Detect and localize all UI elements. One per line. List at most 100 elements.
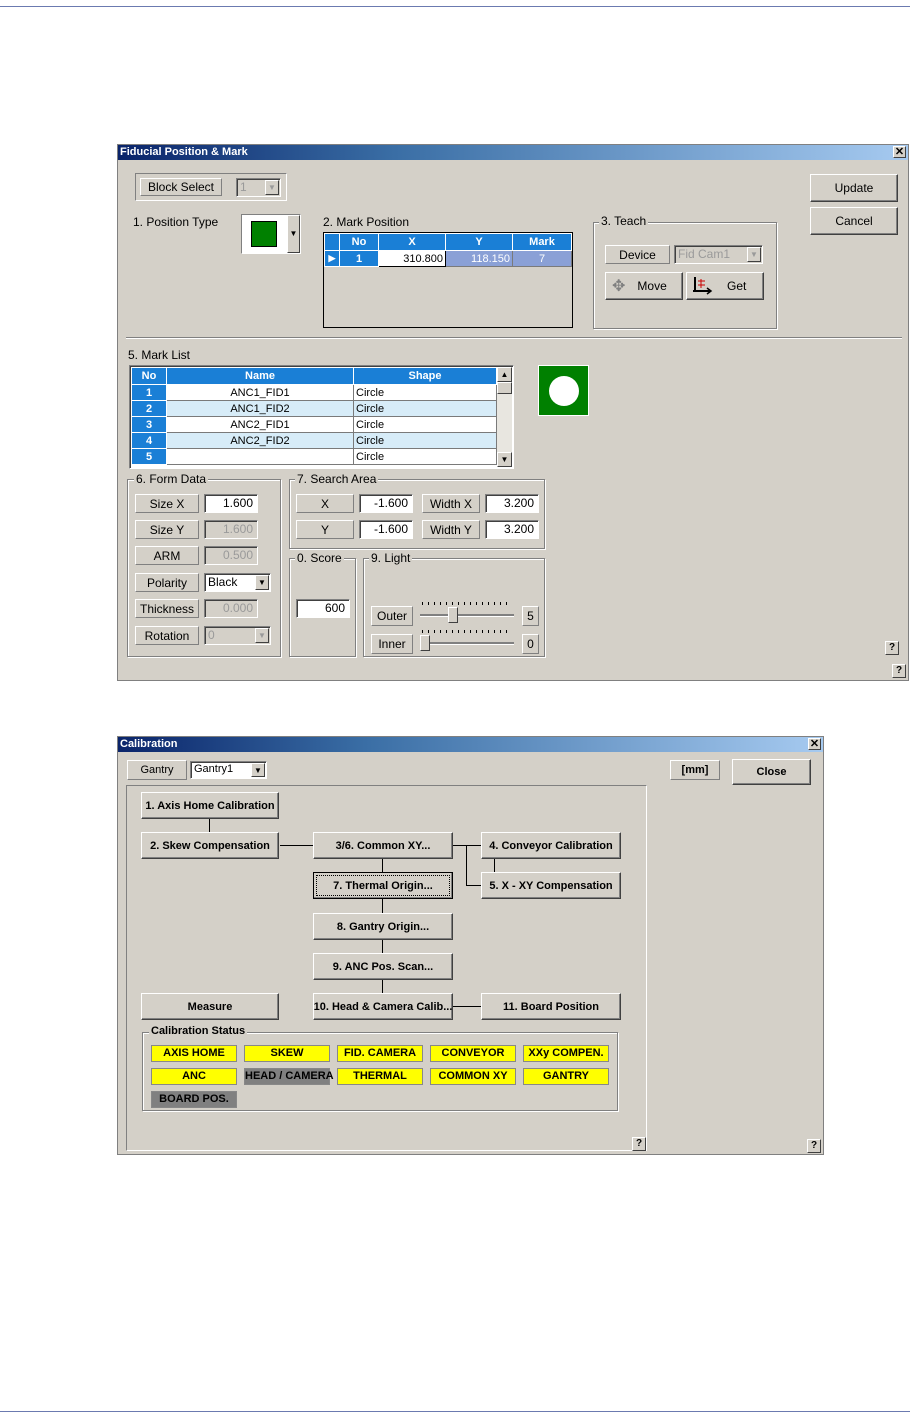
cell-shape[interactable]: Circle — [353, 400, 497, 417]
chevron-down-icon: ▼ — [255, 628, 269, 643]
help-icon[interactable]: ? — [807, 1139, 821, 1153]
table-row[interactable]: 2 ANC1_FID2 Circle — [131, 400, 497, 417]
width-y-field[interactable]: 3.200 — [485, 520, 539, 539]
col-header-shape: Shape — [353, 367, 497, 385]
head-camera-calib-button[interactable]: 10. Head & Camera Calib... — [313, 993, 453, 1020]
circle-shape-icon — [549, 376, 579, 406]
cell-name[interactable]: ANC1_FID2 — [166, 400, 354, 417]
connector-line — [453, 1006, 481, 1007]
scroll-up-icon[interactable]: ▲ — [497, 367, 512, 382]
cell-shape[interactable]: Circle — [353, 416, 497, 433]
anc-pos-scan-button[interactable]: 9. ANC Pos. Scan... — [313, 953, 453, 980]
get-button-label: Get — [727, 279, 747, 293]
cancel-button[interactable]: Cancel — [810, 207, 898, 235]
chevron-down-icon[interactable]: ▼ — [251, 763, 265, 777]
chevron-down-icon[interactable]: ▼ — [255, 575, 269, 590]
mark-position-table-frame: No X Y Mark ▶ 1 310.800 118.150 7 — [323, 232, 573, 328]
close-icon[interactable]: ✕ — [808, 738, 821, 750]
inner-value: 0 — [522, 634, 539, 654]
common-xy-button[interactable]: 3/6. Common XY... — [313, 832, 453, 859]
inner-slider[interactable] — [418, 629, 516, 655]
inner-slider-thumb[interactable] — [420, 635, 430, 651]
mark-list-scrollbar[interactable]: ▲ ▼ — [497, 367, 512, 467]
board-position-button[interactable]: 11. Board Position — [481, 993, 621, 1020]
table-row[interactable]: 4 ANC2_FID2 Circle — [131, 432, 497, 449]
calibration-status-label: Calibration Status — [149, 1025, 248, 1037]
cell-y[interactable]: 118.150 — [445, 250, 513, 267]
scroll-thumb[interactable] — [497, 382, 512, 394]
green-square-icon — [251, 221, 277, 247]
cell-x[interactable]: 310.800 — [378, 250, 446, 267]
thermal-origin-button[interactable]: 7. Thermal Origin... — [313, 872, 453, 899]
gantry-origin-button[interactable]: 8. Gantry Origin... — [313, 913, 453, 940]
scroll-down-icon[interactable]: ▼ — [497, 452, 512, 467]
move-button[interactable]: ✥ Move — [605, 272, 683, 300]
outer-slider[interactable] — [418, 601, 516, 627]
connector-line — [382, 898, 383, 914]
search-area-label: 7. Search Area — [295, 472, 379, 486]
col-header-mark: Mark — [512, 233, 572, 251]
table-row[interactable]: 3 ANC2_FID1 Circle — [131, 416, 497, 433]
dropdown-button[interactable]: ▼ — [287, 215, 300, 253]
table-row[interactable]: ▶ 1 310.800 118.150 7 — [324, 250, 572, 267]
skew-compensation-button[interactable]: 2. Skew Compensation — [141, 832, 279, 859]
mark-list-table: No Name Shape 1 ANC1_FID1 Circle 2 ANC1_FID2… — [131, 367, 497, 465]
close-icon[interactable]: ✕ — [893, 146, 906, 158]
size-x-field[interactable]: 1.600 — [204, 494, 258, 513]
update-button[interactable]: Update — [810, 174, 898, 202]
page-top-rule — [0, 6, 910, 7]
score-field[interactable]: 600 — [296, 599, 350, 618]
thickness-label: Thickness — [135, 599, 199, 618]
slider-ticks — [422, 630, 512, 633]
measure-button[interactable]: Measure — [141, 993, 279, 1020]
outer-label: Outer — [371, 606, 413, 626]
search-y-field[interactable]: -1.600 — [359, 520, 413, 539]
cell-no[interactable]: 3 — [131, 416, 167, 433]
polarity-combo[interactable]: Black ▼ — [204, 573, 271, 592]
mark-list-frame: No Name Shape 1 ANC1_FID1 Circle 2 ANC1_FID2… — [129, 365, 514, 469]
device-combo[interactable]: Fid Cam1 ▼ — [674, 245, 763, 264]
cell-shape[interactable]: Circle — [353, 432, 497, 449]
outer-slider-thumb[interactable] — [447, 607, 458, 623]
block-select-combo[interactable]: 1 ▼ — [236, 178, 281, 197]
cell-name[interactable]: ANC1_FID1 — [166, 384, 354, 401]
cell-name[interactable]: ANC2_FID2 — [166, 432, 354, 449]
width-x-label: Width X — [422, 494, 480, 513]
search-y-label: Y — [296, 520, 354, 539]
help-icon[interactable]: ? — [885, 641, 899, 655]
status-badge: GANTRY — [523, 1068, 609, 1085]
x-xy-compensation-button[interactable]: 5. X - XY Compensation — [481, 872, 621, 899]
search-x-field[interactable]: -1.600 — [359, 494, 413, 513]
width-x-field[interactable]: 3.200 — [485, 494, 539, 513]
block-select-label: Block Select — [140, 178, 222, 196]
cell-no[interactable]: 5 — [131, 448, 167, 465]
table-row[interactable]: 5 Circle — [131, 448, 497, 465]
chevron-down-icon[interactable]: ▼ — [747, 247, 761, 262]
table-row[interactable]: 1 ANC1_FID1 Circle — [131, 384, 497, 401]
gantry-combo[interactable]: Gantry1 ▼ — [190, 761, 267, 779]
cell-name[interactable]: ANC2_FID1 — [166, 416, 354, 433]
cell-no[interactable]: 2 — [131, 400, 167, 417]
help-icon[interactable]: ? — [892, 664, 906, 678]
cell-no[interactable]: 4 — [131, 432, 167, 449]
chevron-down-icon[interactable]: ▼ — [265, 180, 279, 195]
cell-no[interactable]: 1 — [131, 384, 167, 401]
conveyor-calibration-button[interactable]: 4. Conveyor Calibration — [481, 832, 621, 859]
cell-no[interactable]: 1 — [339, 250, 379, 267]
cell-mark[interactable]: 7 — [512, 250, 572, 267]
get-button[interactable]: Get — [686, 272, 764, 300]
close-button[interactable]: Close — [732, 759, 811, 785]
connector-line — [453, 845, 481, 846]
move-button-label: Move — [637, 279, 667, 293]
cell-name[interactable] — [166, 448, 354, 465]
cell-shape[interactable]: Circle — [353, 384, 497, 401]
row-pointer-icon: ▶ — [324, 250, 340, 267]
axis-home-button[interactable]: 1. Axis Home Calibration — [141, 792, 279, 819]
block-select-value: 1 — [240, 180, 247, 194]
move-arrows-icon: ✥ — [612, 278, 626, 295]
slider-track — [420, 642, 514, 645]
help-icon[interactable]: ? — [632, 1137, 646, 1151]
cell-shape[interactable]: Circle — [353, 448, 497, 465]
fiducial-titlebar: Fiducial Position & Mark — [118, 145, 908, 160]
position-type-selector[interactable]: ▼ — [241, 214, 301, 254]
